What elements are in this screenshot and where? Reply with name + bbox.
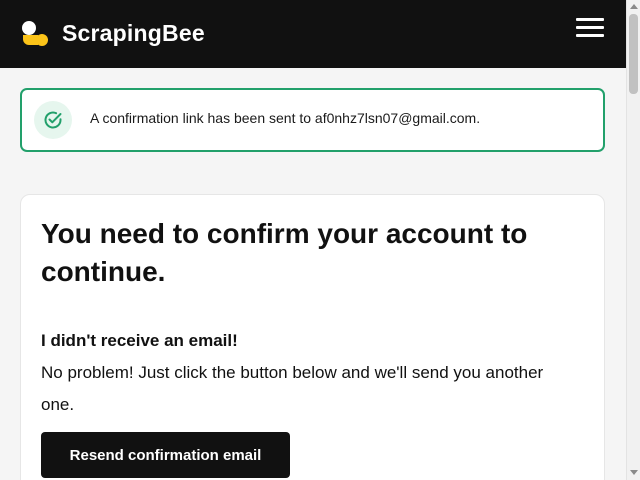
menu-bar <box>576 34 604 37</box>
resend-confirmation-button[interactable]: Resend confirmation email <box>41 432 290 478</box>
scroll-down-arrow-icon[interactable] <box>630 470 638 475</box>
scroll-thumb[interactable] <box>629 14 638 94</box>
page-scrollbar[interactable] <box>626 0 640 480</box>
menu-bar <box>576 26 604 29</box>
resend-instructions: No problem! Just click the button below … <box>41 363 544 414</box>
scroll-up-arrow-icon[interactable] <box>630 4 638 9</box>
bee-logo-icon[interactable] <box>20 20 50 46</box>
confirm-account-card: You need to confirm your account to cont… <box>20 194 605 480</box>
no-email-subheading: I didn't receive an email! <box>41 331 238 350</box>
check-circle-icon <box>44 111 62 129</box>
page-title: You need to confirm your account to cont… <box>41 218 528 287</box>
hamburger-menu-icon[interactable] <box>576 18 606 40</box>
top-navbar: ScrapingBee <box>0 0 626 68</box>
menu-bar <box>576 18 604 21</box>
alert-message: A confirmation link has been sent to af0… <box>90 110 481 126</box>
brand-name[interactable]: ScrapingBee <box>62 20 205 47</box>
confirmation-sent-alert: A confirmation link has been sent to af0… <box>20 88 605 152</box>
